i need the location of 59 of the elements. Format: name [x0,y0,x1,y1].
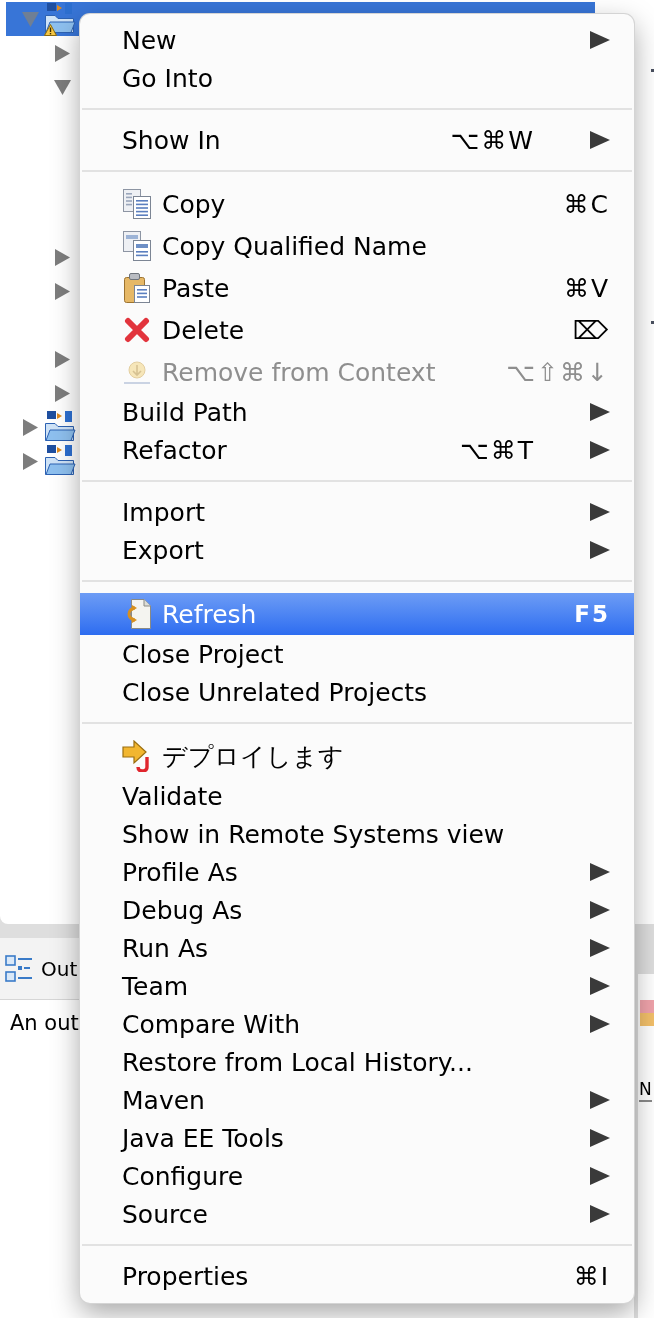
menu-item[interactable]: Paste ⌘V [80,267,634,309]
keyboard-shortcut: ⌥⌘T [459,437,535,463]
menu-item[interactable]: Restore from Local History... [80,1043,634,1081]
keyboard-shortcut: ⌥⌘W [450,127,535,153]
menu-item[interactable]: Team [80,967,634,1005]
outline-message: An out [10,1011,79,1035]
caret-right-icon[interactable] [55,248,70,266]
panel-icon [640,1000,654,1026]
menu-item[interactable]: Configure [80,1157,634,1195]
menu-item[interactable]: デプロイします [80,735,634,777]
outline-icon [5,954,33,983]
keyboard-shortcut: ⌘C [563,191,610,217]
caret-right-icon[interactable] [55,384,70,402]
menu-item[interactable]: Refactor ⌥⌘T [80,431,634,469]
menu-item[interactable]: Build Path [80,393,634,431]
menu-item[interactable]: Maven [80,1081,634,1119]
menu-item[interactable]: Copy Qualified Name [80,225,634,267]
caret-right-icon[interactable] [23,418,38,436]
menu-item[interactable]: Validate [80,777,634,815]
menu-item[interactable]: Show in Remote Systems view [80,815,634,853]
keyboard-shortcut: ⌘I [573,1263,610,1289]
menu-item[interactable]: Properties ⌘I [80,1257,634,1295]
menu-item[interactable]: Show In ⌥⌘W [80,121,634,159]
keyboard-shortcut: ⌘V [563,275,610,301]
arrow-right-icon [122,740,152,772]
menu-item[interactable]: Source [80,1195,634,1233]
menu-item[interactable]: Debug As [80,891,634,929]
menu-item[interactable]: Copy ⌘C [80,183,634,225]
column-header: N [639,1078,652,1102]
arrow-down-icon [123,359,151,385]
project-folder-icon [44,444,76,476]
documents-icon [123,231,151,261]
project-folder-icon [44,410,76,442]
menu-item[interactable]: Delete ⌦ [80,309,634,351]
keyboard-shortcut: ⌥⇧⌘↓ [506,359,610,385]
menu-item[interactable]: Go Into [80,59,634,97]
menu-item[interactable]: Java EE Tools [80,1119,634,1157]
keyboard-shortcut: F5 [574,602,610,626]
menu-item[interactable]: Run As [80,929,634,967]
menu-item[interactable]: New [80,21,634,59]
clipboard-icon [123,273,151,303]
caret-right-icon[interactable] [55,44,70,62]
menu-item[interactable]: Close Unrelated Projects [80,673,634,711]
dash-icon [651,321,654,324]
menu-item[interactable]: Import [80,493,634,531]
delete-icon [124,317,150,343]
menu-item[interactable]: Export [80,531,634,569]
menu-item[interactable]: Profile As [80,853,634,891]
menu-item[interactable]: Refresh F5 [80,593,634,635]
menu-item[interactable]: Compare With [80,1005,634,1043]
copy-icon [123,189,151,219]
dash-icon [651,69,654,72]
outline-tab-title[interactable]: Out [41,953,78,984]
keyboard-shortcut: ⌦ [572,317,610,343]
caret-right-icon[interactable] [55,350,70,368]
caret-right-icon[interactable] [55,282,70,300]
menu-item[interactable]: Close Project [80,635,634,673]
caret-down-icon[interactable] [54,79,71,95]
caret-right-icon[interactable] [23,452,38,470]
